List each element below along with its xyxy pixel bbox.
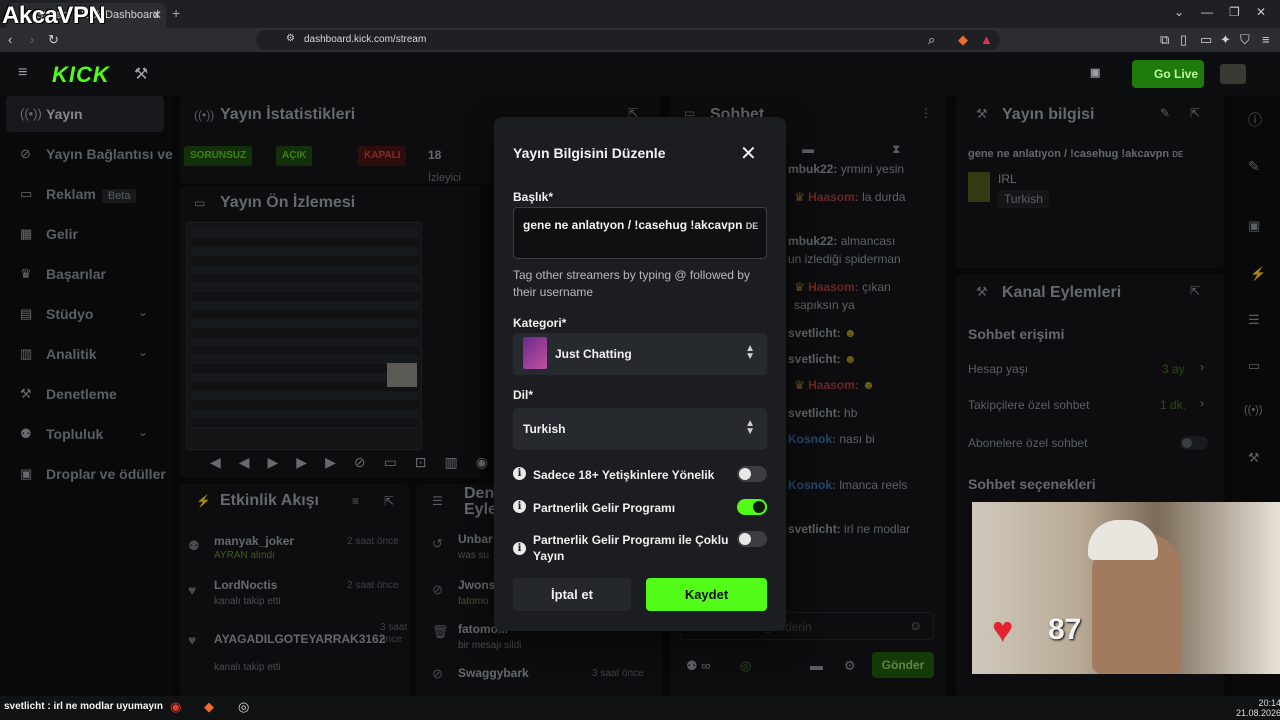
title-input[interactable]: gene ne anlatıyon / !casehug !akcavpn DE	[513, 207, 767, 259]
category-value: Just Chatting	[555, 347, 632, 361]
brave-icon[interactable]: ◆	[204, 699, 214, 715]
kick-logo[interactable]: KICK	[52, 62, 110, 88]
extensions-icon[interactable]: ⧉	[1160, 32, 1169, 48]
language-value: Turkish	[523, 422, 566, 436]
title-input-value: gene ne anlatıyon / !casehug !akcavpn	[523, 218, 743, 232]
language-select[interactable]: Turkish ▲ ▼	[513, 408, 767, 450]
kick-tv-icon[interactable]: ▣	[1090, 66, 1100, 79]
webcam-overlay	[972, 502, 1280, 674]
avatar[interactable]	[1220, 64, 1246, 84]
address-bar[interactable]: ⚙ dashboard.kick.com/stream ⌕ ◆ ▲	[256, 30, 1000, 50]
reload-icon[interactable]: ↻	[48, 32, 59, 48]
leo-icon[interactable]: ✦	[1220, 32, 1231, 48]
system-clock: 20:14 21.08.2026	[1236, 698, 1280, 718]
select-arrows-icon: ▲ ▼	[745, 418, 755, 437]
go-live-label: Go Live	[1154, 67, 1199, 81]
cancel-button[interactable]: İptal et	[513, 578, 631, 611]
toggle-row-multistream: i Partnerlik Gelir Programı ile Çoklu Ya…	[513, 531, 769, 566]
heart-rate-icon: ♥	[992, 609, 1014, 650]
title-hint: Tag other streamers by typing @ followed…	[513, 268, 750, 299]
adult-content-toggle[interactable]	[737, 466, 767, 482]
app-header: ≡ KICK ⚒ ▣ Go Live	[0, 52, 1280, 96]
zoom-icon[interactable]: ⌕	[928, 32, 935, 48]
brave-rewards-icon[interactable]: ▲	[980, 32, 993, 47]
chrome-icon[interactable]: ◉	[170, 699, 181, 715]
hamburger-icon[interactable]: ≡	[18, 64, 27, 82]
url-text: dashboard.kick.com/stream	[304, 34, 427, 45]
info-icon[interactable]: i	[513, 500, 526, 513]
new-tab-icon[interactable]: +	[172, 5, 180, 21]
forward-icon[interactable]: ›	[30, 32, 34, 47]
clock-time: 20:14	[1258, 698, 1280, 708]
close-window-icon[interactable]: ✕	[1256, 5, 1266, 19]
info-icon[interactable]: i	[513, 542, 526, 555]
heart-rate-value: 87	[1048, 613, 1082, 646]
edit-stream-info-modal: Yayın Bilgisini Düzenle ✕ Başlık* gene n…	[494, 117, 786, 631]
info-icon[interactable]: i	[513, 467, 526, 480]
go-live-button[interactable]: Go Live	[1132, 60, 1204, 88]
menu-icon[interactable]: ≡	[1262, 32, 1270, 47]
taskbar: svetlicht : irl ne modlar uyumayın ◉ ◆ ◎…	[0, 696, 1280, 720]
cap	[1088, 520, 1158, 560]
vpn-icon[interactable]: ⛉	[1240, 32, 1250, 48]
wallet-icon[interactable]: ▭	[1200, 32, 1212, 48]
select-arrows-icon: ▲ ▼	[745, 343, 755, 362]
toggle-label: Partnerlik Gelir Programı ile Çoklu Yayı…	[533, 533, 729, 563]
obs-icon[interactable]: ◎	[238, 699, 249, 715]
maximize-icon[interactable]: ❐	[1229, 5, 1240, 19]
toggle-label: Sadece 18+ Yetişkinlere Yönelik	[533, 468, 715, 482]
tab-list-icon[interactable]: ⌄	[1174, 5, 1184, 19]
partner-program-toggle[interactable]	[737, 499, 767, 515]
toggle-label: Partnerlik Gelir Programı	[533, 501, 676, 515]
browser-nav-bar: ‹ › ↻ ▮ ⚙ dashboard.kick.com/stream ⌕ ◆ …	[0, 28, 1280, 52]
minimize-icon[interactable]: —	[1201, 5, 1213, 19]
back-icon[interactable]: ‹	[8, 32, 12, 47]
title-label: Başlık*	[513, 190, 554, 204]
category-label: Kategori*	[513, 316, 567, 330]
language-label: Dil*	[513, 388, 534, 402]
brave-shield-icon[interactable]: ◆	[958, 32, 968, 48]
site-info-icon[interactable]: ⚙	[286, 33, 295, 44]
save-button[interactable]: Kaydet	[646, 578, 767, 611]
tab-close-icon[interactable]: ✕	[152, 8, 162, 22]
category-select[interactable]: Just Chatting ▲ ▼	[513, 333, 767, 375]
modal-title: Yayın Bilgisini Düzenle	[513, 145, 666, 161]
tools-icon[interactable]: ⚒	[134, 64, 148, 84]
close-icon[interactable]: ✕	[740, 141, 757, 166]
browser-tab-bar: Stream - Kick Dashboard ✕ + ⌄ — ❐ ✕	[0, 0, 1280, 28]
multistream-toggle[interactable]	[737, 531, 767, 547]
watermark-logo: AkcaVPN	[2, 2, 106, 29]
category-thumbnail	[523, 337, 547, 369]
title-language-code: DE	[745, 221, 759, 231]
sidebar-toggle-icon[interactable]: ▯	[1180, 32, 1187, 48]
chat-ticker: svetlicht : irl ne modlar uyumayın	[4, 701, 163, 712]
clock-date: 21.08.2026	[1236, 708, 1280, 718]
